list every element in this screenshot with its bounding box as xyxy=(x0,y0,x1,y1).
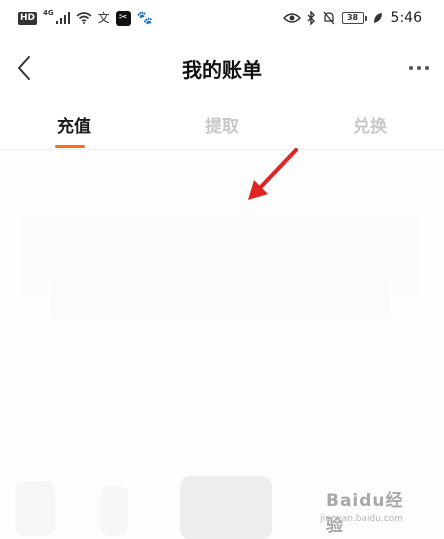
status-bar: HD 4G 文 ✂ 🐾 38 5:46 xyxy=(0,0,444,36)
status-time: 5:46 xyxy=(390,10,422,26)
bluetooth-icon xyxy=(307,10,316,26)
tab-label: 充值 xyxy=(57,117,91,137)
watermark-url: jingyan.baidu.com xyxy=(320,514,404,524)
translate-icon: 文 xyxy=(97,11,110,25)
tab-withdraw[interactable]: 提取 xyxy=(148,98,296,148)
battery-level: 38 xyxy=(341,12,364,24)
blurred-region xyxy=(180,476,272,539)
tab-exchange[interactable]: 兑换 xyxy=(296,98,444,148)
tab-label: 兑换 xyxy=(353,117,387,137)
page-title: 我的账单 xyxy=(182,58,262,82)
hd-icon: HD xyxy=(18,11,38,25)
battery-icon: 38 xyxy=(341,12,367,24)
watermark-brand: Baidu经验 xyxy=(326,491,404,536)
tab-recharge[interactable]: 充值 xyxy=(0,98,148,148)
power-saving-leaf-icon xyxy=(373,10,383,26)
more-button[interactable] xyxy=(402,52,436,84)
baidu-jingyan-watermark: Baidu经验 jingyan.baidu.com xyxy=(320,484,416,536)
tab-label: 提取 xyxy=(205,117,239,137)
signal-icon xyxy=(55,10,70,26)
network-type-label: 4G xyxy=(43,9,54,17)
tab-bar: 充值 提取 兑换 xyxy=(0,98,444,150)
wifi-icon xyxy=(76,10,92,26)
blurred-region xyxy=(50,281,390,321)
eye-comfort-icon xyxy=(282,10,301,26)
blurred-region xyxy=(100,486,128,536)
blurred-region xyxy=(15,481,55,536)
bill-list-area xyxy=(0,151,444,539)
more-dots-icon xyxy=(409,66,413,70)
baidu-app-icon: 🐾 xyxy=(136,10,153,26)
navigation-bar: 我的账单 xyxy=(0,40,444,96)
bell-off-icon xyxy=(322,10,336,26)
status-bar-right: 38 5:46 xyxy=(282,10,422,26)
red-arrow-annotation xyxy=(248,148,298,200)
active-tab-indicator xyxy=(55,145,85,148)
capcut-app-icon: ✂ xyxy=(115,10,131,26)
status-bar-left: HD 4G 文 ✂ 🐾 xyxy=(18,10,153,26)
